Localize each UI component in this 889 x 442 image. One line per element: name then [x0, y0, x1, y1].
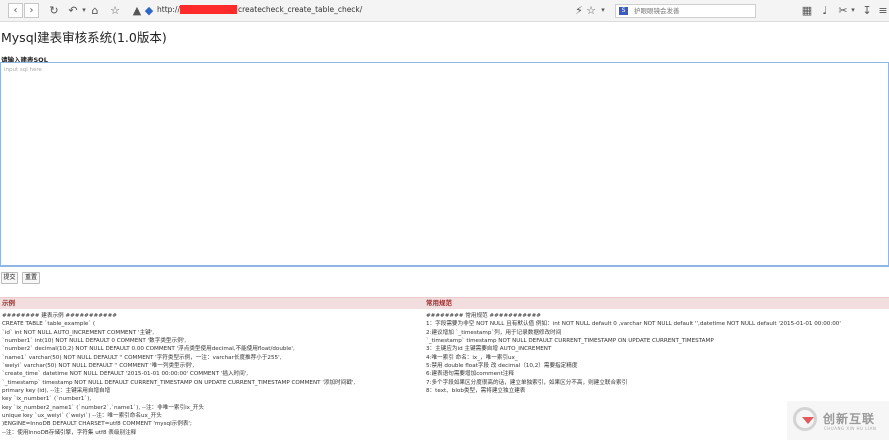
grid-icon[interactable]: ▦ [800, 3, 814, 18]
reset-button[interactable]: 重置 [22, 272, 40, 284]
speaker-icon[interactable]: ♩ [818, 3, 832, 18]
panel-line: 4:唯一索引 命名：ix_，唯一索引ux_ [426, 354, 518, 361]
panel-line: 2:建议增加 `_timestamp`列，用于记录数据修改时间 [426, 329, 562, 336]
panel-line: ######## 建表示例 ########### [2, 313, 117, 319]
back-icon[interactable]: ‹ [8, 3, 23, 18]
menu-icon[interactable]: ≡ [876, 3, 889, 18]
panel-line: ######## 常用规范 ########### [426, 313, 541, 319]
search-box[interactable]: S [615, 4, 756, 18]
home-icon[interactable]: ⌂ [88, 3, 102, 18]
panel-line: 7:多个字段如果区分度很高的话，建立单独索引，如果区分不高，则建立联合索引 [426, 379, 628, 386]
scissors-dropdown-icon[interactable]: ▾ [846, 3, 860, 18]
panel-line: `weiyi` varchar(50) NOT NULL DEFAULT '' … [2, 363, 195, 370]
panel-line: `_timestamp` timestamp NOT NULL DEFAULT … [426, 338, 714, 345]
example-panel-body: ######## 建表示例 ########### CREATE TABLE `t… [2, 312, 422, 437]
panel-line: key `ix_number2_name1` (`number2`,`name1… [2, 404, 204, 411]
sql-input[interactable] [0, 62, 889, 267]
submit-button[interactable]: 提交 [1, 272, 18, 284]
panel-line: `number1` int(10) NOT NULL DEFAULT 0 COM… [2, 338, 187, 345]
shield-icon: ◆ [144, 4, 154, 17]
panel-line: )ENGINE=InnoDB DEFAULT CHARSET=utf8 COMM… [2, 421, 192, 428]
panel-line: 5:禁用 double float字段 改 decimal（10,2）需要指定精… [426, 363, 578, 370]
panel-line: `number2` decimal(10,2) NOT NULL DEFAULT… [2, 346, 295, 353]
panel-line: key `ix_number1` (`number1`), [2, 396, 92, 403]
panel-line: `create_time` datetime NOT NULL DEFAULT … [2, 371, 249, 378]
panel-line: CREATE TABLE `table_example` ( [2, 321, 96, 328]
watermark: 创新互联 CHUANG XIN HU LIAN [787, 401, 889, 440]
url-prefix[interactable]: http:// [157, 5, 180, 14]
browser-toolbar: ‹ › ↻ ↶ ▾ ⌂ ☆ ▲ ◆ http:// createcheck_cr… [0, 0, 889, 22]
search-engine-icon[interactable]: S [619, 7, 628, 15]
dropdown-icon[interactable]: ▾ [596, 3, 610, 18]
download-icon[interactable]: ↧ [860, 3, 874, 18]
panel-line: unique key `ux_weiyi` (`weiyi`) --注：唯一索引… [2, 413, 162, 420]
url-path[interactable]: createcheck_create_table_check/ [238, 5, 362, 14]
search-input[interactable] [634, 6, 752, 16]
star-icon[interactable]: ☆ [108, 3, 122, 18]
panel-line: `_timestamp` timestamp NOT NULL DEFAULT … [2, 379, 356, 386]
url-redaction [180, 5, 237, 14]
panel-line: 1：字段需要为非空 NOT NULL 且有默认值 例如：int NOT NULL… [426, 321, 841, 328]
panel-line: --注：使用InnoDB存储引擎，字符集 utf8 表级别注释 [2, 429, 137, 436]
panel-line: `id` int NOT NULL AUTO_INCREMENT COMMENT… [2, 329, 154, 336]
panel-line: 3：主键应为id 主键需要自增 AUTO_INCREMENT [426, 346, 552, 353]
panel-line: 6:建表语句需要增加comment注释 [426, 371, 514, 378]
panel-line: `name1` varchar(50) NOT NULL DEFAULT '' … [2, 354, 282, 361]
page-title: Mysql建表审核系统(1.0版本) [1, 30, 167, 45]
panel-line: 8：text、blob类型，需将建立独立建表 [426, 388, 526, 395]
watermark-sub: CHUANG XIN HU LIAN [824, 426, 877, 431]
watermark-brand: 创新互联 [823, 412, 876, 426]
rules-panel-header: 常用规范 [424, 297, 889, 309]
forward-icon[interactable]: › [24, 3, 39, 18]
rules-panel-body: ######## 常用规范 ########### 1：字段需要为非空 NOT N… [426, 312, 886, 395]
panel-line: primary key (id), --注：主键采用自增自增 [2, 388, 111, 395]
logo-icon [793, 407, 817, 431]
example-panel-header: 示例 [0, 297, 424, 309]
reload-icon[interactable]: ↻ [47, 3, 61, 18]
